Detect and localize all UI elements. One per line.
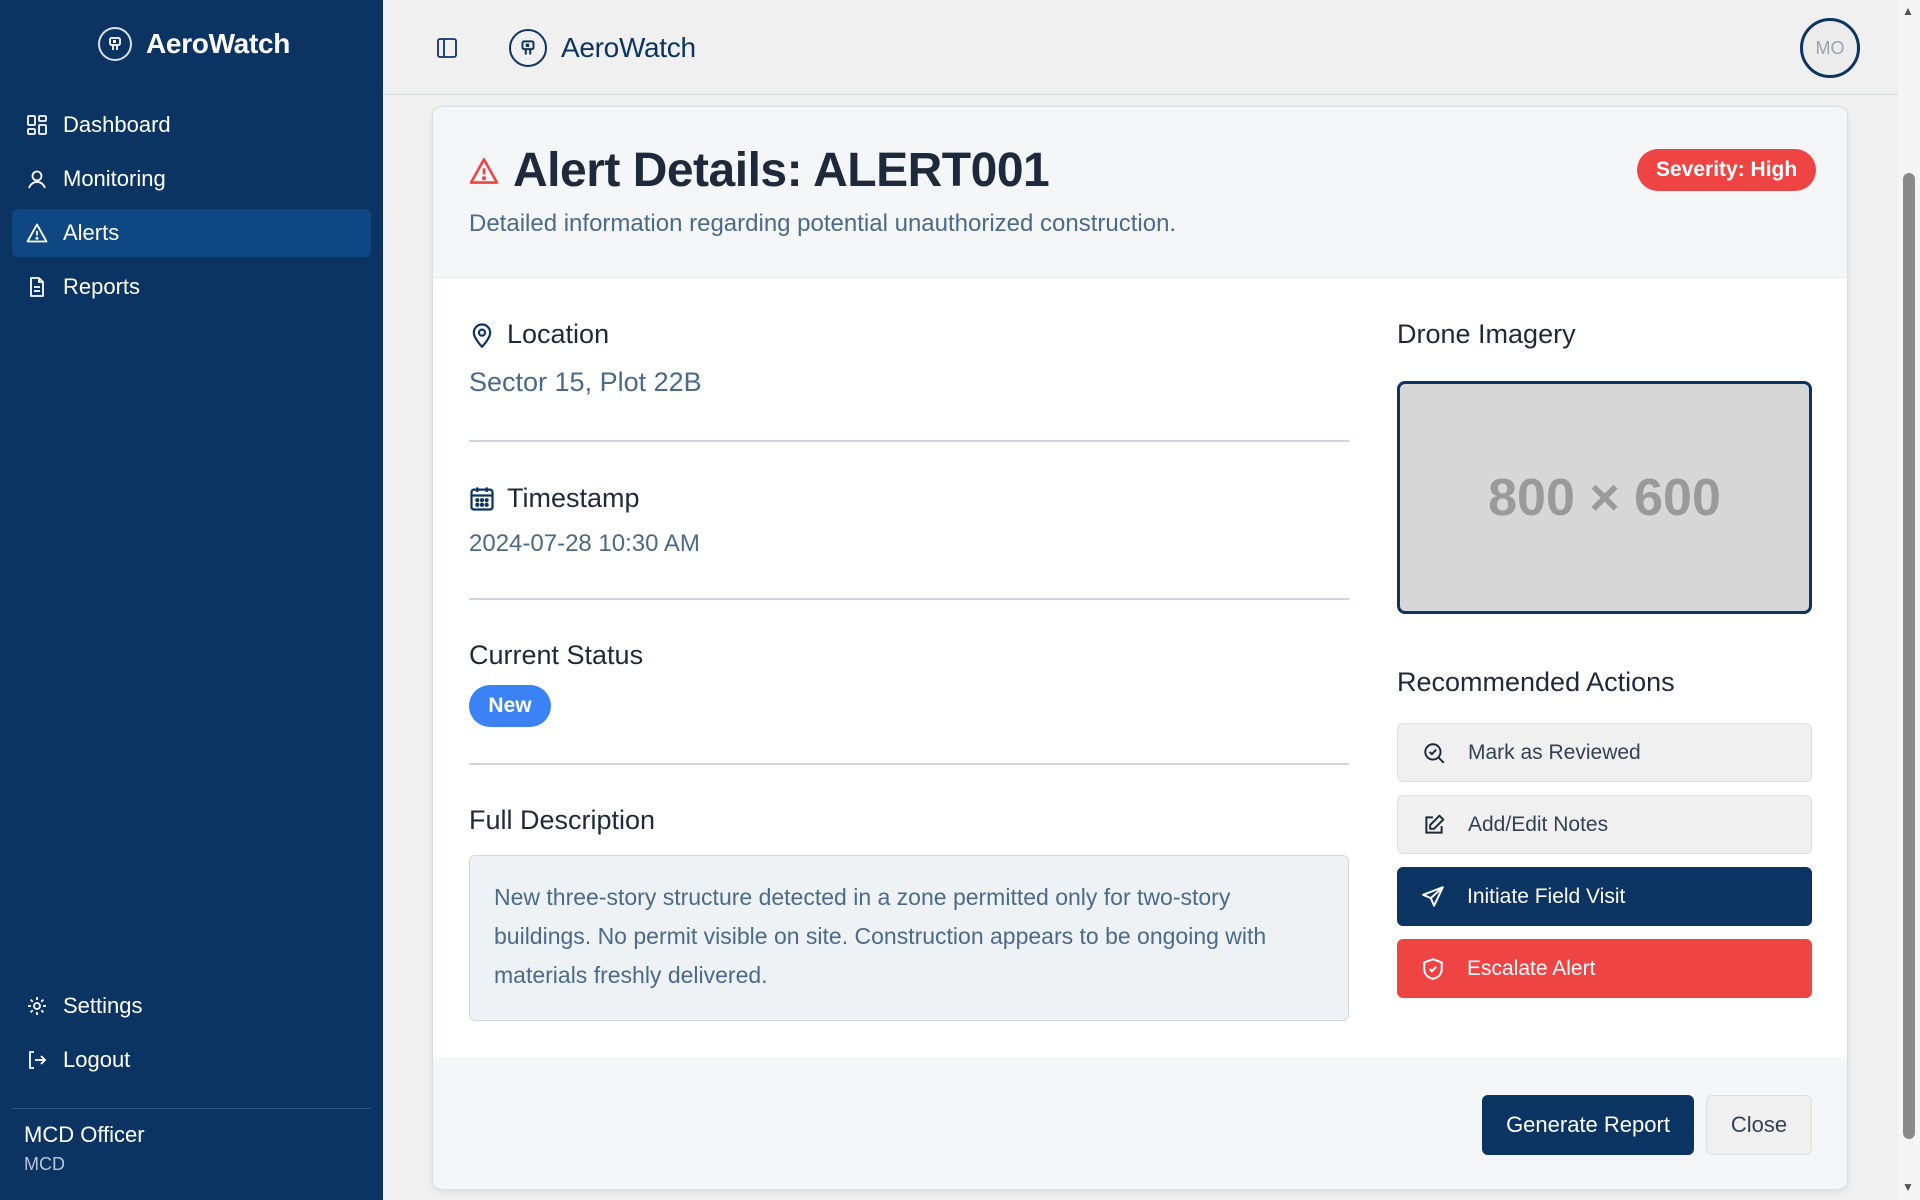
sidebar-bottom-nav: Settings Logout — [12, 982, 371, 1090]
drone-logo-icon — [98, 27, 132, 61]
gear-icon — [25, 994, 49, 1018]
initiate-field-visit-button[interactable]: Initiate Field Visit — [1397, 867, 1812, 926]
timestamp-heading: Timestamp — [469, 483, 640, 514]
search-check-icon — [1424, 742, 1445, 764]
sidebar-divider — [12, 1108, 371, 1109]
edit-icon — [1425, 814, 1445, 834]
sidebar-item-alerts[interactable]: Alerts — [12, 209, 371, 257]
logout-icon — [25, 1048, 49, 1072]
description-text: New three-story structure detected in a … — [469, 855, 1349, 1021]
sidebar-app-name: AeroWatch — [146, 28, 291, 59]
actions-heading: Recommended Actions — [1397, 667, 1675, 698]
scroll-down-icon[interactable]: ▼ — [1902, 1180, 1914, 1194]
user-info: MCD Officer MCD — [24, 1122, 145, 1175]
section-divider — [469, 598, 1349, 600]
location-heading: Location — [469, 319, 609, 350]
mark-reviewed-button[interactable]: Mark as Reviewed — [1397, 723, 1812, 782]
imagery-heading: Drone Imagery — [1397, 319, 1576, 350]
severity-badge: Severity: High — [1637, 149, 1817, 191]
generate-report-button[interactable]: Generate Report — [1482, 1095, 1694, 1155]
section-divider — [469, 440, 1349, 442]
shield-alert-icon — [1423, 957, 1443, 980]
avatar[interactable]: MO — [1800, 18, 1860, 78]
top-bar: AeroWatch MO — [383, 0, 1898, 95]
alert-subtitle: Detailed information regarding potential… — [469, 210, 1177, 237]
action-label: Add/Edit Notes — [1468, 812, 1609, 836]
sidebar-item-label: Alerts — [63, 220, 120, 245]
sidebar-item-reports[interactable]: Reports — [12, 263, 371, 311]
scrollbar-thumb[interactable] — [1903, 173, 1915, 1139]
alert-detail-card: Alert Details: ALERT001 Detailed informa… — [432, 106, 1848, 1190]
sidebar-item-label: Logout — [63, 1047, 131, 1072]
action-label: Escalate Alert — [1467, 956, 1596, 980]
sidebar-item-label: Dashboard — [63, 112, 171, 137]
document-icon — [25, 275, 49, 299]
sidebar-item-logout[interactable]: Logout — [12, 1036, 371, 1084]
location-label: Location — [507, 319, 610, 349]
alert-title: Alert Details: ALERT001 — [513, 144, 1050, 197]
imagery-label: Drone Imagery — [1397, 319, 1576, 349]
sidebar-brand[interactable]: AeroWatch — [98, 26, 290, 62]
timestamp-value: 2024-07-28 10:30 AM — [469, 530, 700, 557]
action-label: Mark as Reviewed — [1468, 740, 1641, 764]
drone-logo-icon — [509, 29, 547, 67]
card-header: Alert Details: ALERT001 Detailed informa… — [433, 107, 1847, 278]
dashboard-grid-icon — [25, 113, 49, 137]
drone-image-placeholder[interactable]: 800 × 600 — [1397, 381, 1812, 614]
sidebar-item-label: Reports — [63, 274, 141, 299]
calendar-icon — [470, 486, 494, 511]
send-icon — [1422, 885, 1444, 907]
top-app-name: AeroWatch — [561, 32, 696, 63]
action-label: Initiate Field Visit — [1467, 884, 1626, 908]
escalate-alert-button[interactable]: Escalate Alert — [1397, 939, 1812, 998]
panel-left-icon — [437, 38, 457, 58]
sidebar-item-settings[interactable]: Settings — [12, 982, 371, 1030]
section-divider — [469, 763, 1349, 765]
sidebar-item-monitoring[interactable]: Monitoring — [12, 155, 371, 203]
user-icon — [25, 167, 49, 191]
sidebar-item-label: Settings — [63, 993, 143, 1018]
map-pin-icon — [472, 322, 492, 348]
sidebar-nav: Dashboard Monitoring Alerts Reports — [12, 101, 371, 317]
sidebar: AeroWatch Dashboard Monitoring Alerts Re… — [0, 0, 383, 1200]
close-button[interactable]: Close — [1706, 1095, 1812, 1155]
actions-label: Recommended Actions — [1397, 667, 1675, 697]
user-org: MCD — [24, 1154, 65, 1174]
location-value: Sector 15, Plot 22B — [469, 367, 702, 397]
status-badge: New — [469, 685, 551, 727]
status-heading: Current Status — [469, 640, 643, 671]
sidebar-item-dashboard[interactable]: Dashboard — [12, 101, 371, 149]
page-title: Alert Details: ALERT001 — [469, 143, 1050, 198]
user-name: MCD Officer — [24, 1122, 145, 1147]
alert-triangle-icon — [469, 157, 499, 184]
scroll-up-icon[interactable]: ▲ — [1902, 4, 1914, 18]
description-heading: Full Description — [469, 805, 655, 836]
status-label: Current Status — [469, 640, 644, 670]
edit-notes-button[interactable]: Add/Edit Notes — [1397, 795, 1812, 854]
timestamp-label: Timestamp — [507, 483, 640, 513]
sidebar-toggle-button[interactable] — [433, 34, 461, 62]
top-brand[interactable]: AeroWatch — [509, 29, 696, 67]
description-label: Full Description — [469, 805, 656, 835]
page-scrollbar[interactable]: ▲ ▼ — [1898, 0, 1920, 1200]
alert-triangle-icon — [25, 221, 49, 245]
sidebar-item-label: Monitoring — [63, 166, 166, 191]
